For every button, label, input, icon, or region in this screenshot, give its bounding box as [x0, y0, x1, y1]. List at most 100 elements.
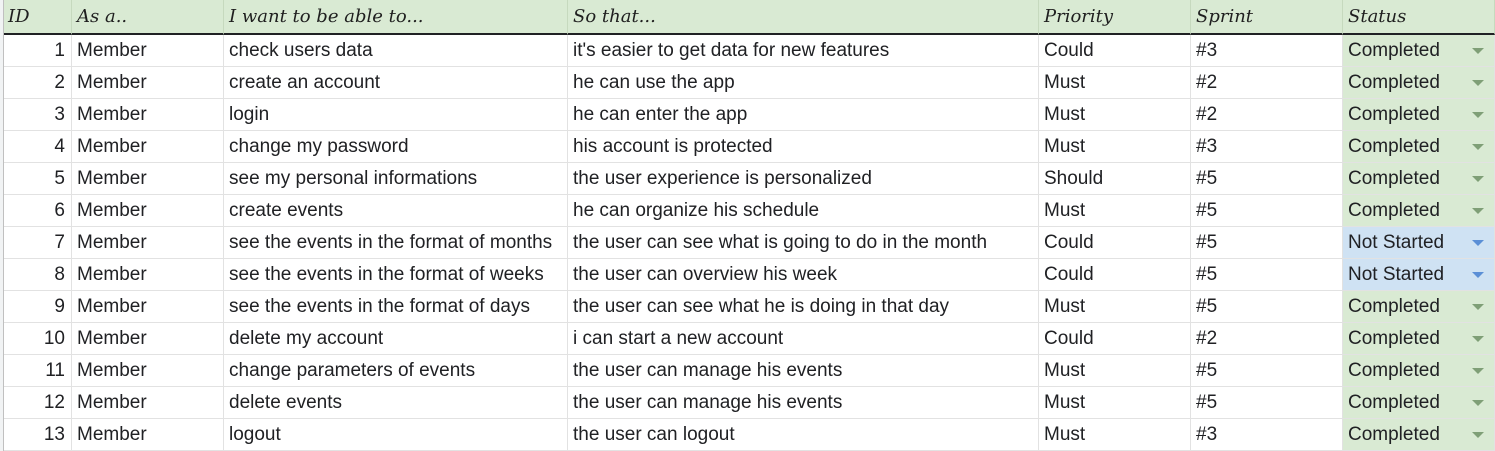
- cell-status[interactable]: Completed: [1343, 67, 1495, 99]
- chevron-down-icon[interactable]: [1472, 144, 1484, 150]
- cell-priority[interactable]: Must: [1039, 387, 1191, 419]
- chevron-down-icon[interactable]: [1472, 336, 1484, 342]
- cell-priority[interactable]: Must: [1039, 99, 1191, 131]
- cell-want[interactable]: create events: [224, 195, 568, 227]
- cell-id[interactable]: 13: [4, 419, 72, 451]
- cell-so[interactable]: he can organize his schedule: [568, 195, 1039, 227]
- cell-sprint[interactable]: #5: [1191, 259, 1343, 291]
- cell-so[interactable]: the user can see what he is doing in tha…: [568, 291, 1039, 323]
- cell-as[interactable]: Member: [72, 195, 224, 227]
- cell-sprint[interactable]: #5: [1191, 387, 1343, 419]
- cell-want[interactable]: delete my account: [224, 323, 568, 355]
- cell-want[interactable]: see the events in the format of months: [224, 227, 568, 259]
- cell-want[interactable]: delete events: [224, 387, 568, 419]
- cell-priority[interactable]: Could: [1039, 227, 1191, 259]
- cell-sprint[interactable]: #2: [1191, 67, 1343, 99]
- cell-priority[interactable]: Could: [1039, 323, 1191, 355]
- chevron-down-icon[interactable]: [1472, 272, 1484, 278]
- cell-as[interactable]: Member: [72, 291, 224, 323]
- cell-so[interactable]: it's easier to get data for new features: [568, 35, 1039, 67]
- cell-status[interactable]: Completed: [1343, 163, 1495, 195]
- cell-sprint[interactable]: #2: [1191, 323, 1343, 355]
- cell-want[interactable]: see the events in the format of days: [224, 291, 568, 323]
- cell-sprint[interactable]: #5: [1191, 195, 1343, 227]
- cell-id[interactable]: 4: [4, 131, 72, 163]
- cell-priority[interactable]: Must: [1039, 67, 1191, 99]
- chevron-down-icon[interactable]: [1472, 240, 1484, 246]
- cell-as[interactable]: Member: [72, 323, 224, 355]
- cell-want[interactable]: check users data: [224, 35, 568, 67]
- cell-sprint[interactable]: #5: [1191, 227, 1343, 259]
- cell-status[interactable]: Completed: [1343, 387, 1495, 419]
- header-id[interactable]: ID: [4, 0, 72, 35]
- chevron-down-icon[interactable]: [1472, 80, 1484, 86]
- cell-id[interactable]: 5: [4, 163, 72, 195]
- cell-want[interactable]: login: [224, 99, 568, 131]
- cell-status[interactable]: Completed: [1343, 419, 1495, 451]
- cell-as[interactable]: Member: [72, 355, 224, 387]
- cell-so[interactable]: the user can overview his week: [568, 259, 1039, 291]
- cell-id[interactable]: 9: [4, 291, 72, 323]
- cell-priority[interactable]: Must: [1039, 291, 1191, 323]
- cell-priority[interactable]: Could: [1039, 259, 1191, 291]
- chevron-down-icon[interactable]: [1472, 208, 1484, 214]
- cell-so[interactable]: the user can manage his events: [568, 355, 1039, 387]
- cell-sprint[interactable]: #3: [1191, 35, 1343, 67]
- cell-sprint[interactable]: #5: [1191, 163, 1343, 195]
- cell-id[interactable]: 7: [4, 227, 72, 259]
- cell-status[interactable]: Not Started: [1343, 259, 1495, 291]
- cell-priority[interactable]: Must: [1039, 355, 1191, 387]
- cell-id[interactable]: 12: [4, 387, 72, 419]
- header-want[interactable]: I want to be able to...: [224, 0, 568, 35]
- chevron-down-icon[interactable]: [1472, 48, 1484, 54]
- cell-id[interactable]: 10: [4, 323, 72, 355]
- cell-status[interactable]: Completed: [1343, 99, 1495, 131]
- chevron-down-icon[interactable]: [1472, 368, 1484, 374]
- cell-as[interactable]: Member: [72, 419, 224, 451]
- cell-so[interactable]: his account is protected: [568, 131, 1039, 163]
- cell-as[interactable]: Member: [72, 387, 224, 419]
- header-as[interactable]: As a..: [72, 0, 224, 35]
- cell-sprint[interactable]: #3: [1191, 419, 1343, 451]
- cell-as[interactable]: Member: [72, 163, 224, 195]
- cell-want[interactable]: logout: [224, 419, 568, 451]
- header-status[interactable]: Status: [1343, 0, 1495, 35]
- chevron-down-icon[interactable]: [1472, 400, 1484, 406]
- cell-want[interactable]: change parameters of events: [224, 355, 568, 387]
- cell-sprint[interactable]: #2: [1191, 99, 1343, 131]
- cell-so[interactable]: he can enter the app: [568, 99, 1039, 131]
- cell-priority[interactable]: Could: [1039, 35, 1191, 67]
- header-priority[interactable]: Priority: [1039, 0, 1191, 35]
- cell-id[interactable]: 2: [4, 67, 72, 99]
- cell-status[interactable]: Not Started: [1343, 227, 1495, 259]
- cell-as[interactable]: Member: [72, 259, 224, 291]
- cell-as[interactable]: Member: [72, 67, 224, 99]
- cell-sprint[interactable]: #5: [1191, 355, 1343, 387]
- cell-want[interactable]: see my personal informations: [224, 163, 568, 195]
- cell-so[interactable]: he can use the app: [568, 67, 1039, 99]
- header-so[interactable]: So that...: [568, 0, 1039, 35]
- cell-so[interactable]: the user experience is personalized: [568, 163, 1039, 195]
- cell-as[interactable]: Member: [72, 35, 224, 67]
- cell-priority[interactable]: Must: [1039, 419, 1191, 451]
- cell-want[interactable]: see the events in the format of weeks: [224, 259, 568, 291]
- chevron-down-icon[interactable]: [1472, 432, 1484, 438]
- cell-id[interactable]: 1: [4, 35, 72, 67]
- chevron-down-icon[interactable]: [1472, 304, 1484, 310]
- cell-want[interactable]: create an account: [224, 67, 568, 99]
- cell-so[interactable]: i can start a new account: [568, 323, 1039, 355]
- cell-status[interactable]: Completed: [1343, 323, 1495, 355]
- cell-priority[interactable]: Must: [1039, 195, 1191, 227]
- chevron-down-icon[interactable]: [1472, 112, 1484, 118]
- cell-sprint[interactable]: #3: [1191, 131, 1343, 163]
- chevron-down-icon[interactable]: [1472, 176, 1484, 182]
- cell-priority[interactable]: Must: [1039, 131, 1191, 163]
- cell-status[interactable]: Completed: [1343, 195, 1495, 227]
- header-sprint[interactable]: Sprint: [1191, 0, 1343, 35]
- cell-so[interactable]: the user can manage his events: [568, 387, 1039, 419]
- cell-as[interactable]: Member: [72, 227, 224, 259]
- cell-so[interactable]: the user can logout: [568, 419, 1039, 451]
- cell-status[interactable]: Completed: [1343, 131, 1495, 163]
- cell-status[interactable]: Completed: [1343, 291, 1495, 323]
- cell-priority[interactable]: Should: [1039, 163, 1191, 195]
